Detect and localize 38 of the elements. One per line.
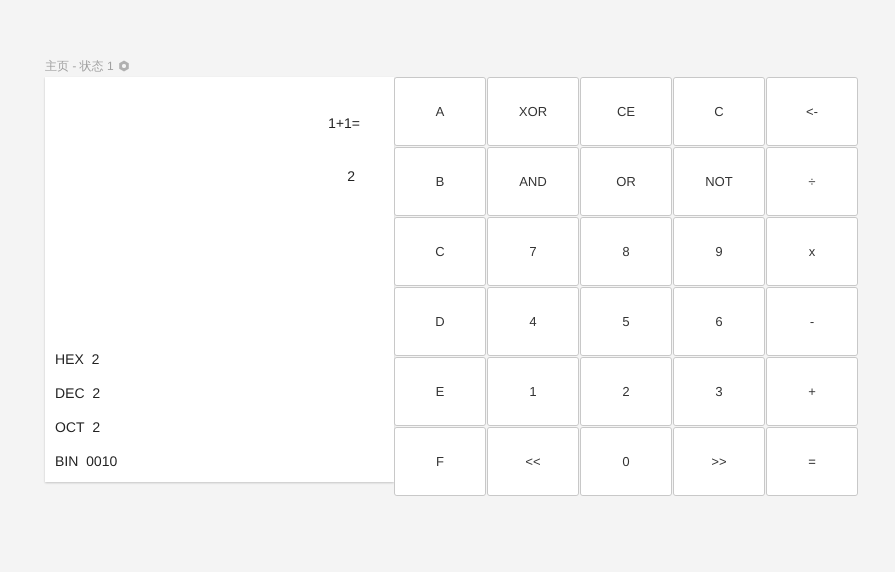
key-button[interactable]: XOR <box>487 77 579 146</box>
key-button[interactable]: << <box>487 427 579 496</box>
key-button[interactable]: 4 <box>487 287 579 356</box>
key-button[interactable]: - <box>766 287 858 356</box>
base-readout: BIN 0010 <box>55 452 118 471</box>
page-title: 主页 - 状态 1 <box>45 58 114 74</box>
base-readout: HEX 2 <box>55 350 100 369</box>
key-button[interactable]: E <box>394 357 486 426</box>
key-button[interactable]: 8 <box>580 217 672 286</box>
result-text: 2 <box>347 167 355 186</box>
key-button[interactable]: C <box>673 77 765 146</box>
key-button[interactable]: 9 <box>673 217 765 286</box>
key-button[interactable]: + <box>766 357 858 426</box>
key-button[interactable]: <- <box>766 77 858 146</box>
key-button[interactable]: 0 <box>580 427 672 496</box>
settings-icon[interactable] <box>118 60 130 72</box>
expression-text: 1+1= <box>328 114 360 133</box>
key-button[interactable]: CE <box>580 77 672 146</box>
key-button[interactable]: 6 <box>673 287 765 356</box>
key-button[interactable]: 1 <box>487 357 579 426</box>
key-button[interactable]: D <box>394 287 486 356</box>
key-button[interactable]: 3 <box>673 357 765 426</box>
key-button[interactable]: NOT <box>673 147 765 216</box>
key-button[interactable]: 5 <box>580 287 672 356</box>
key-button[interactable]: B <box>394 147 486 216</box>
key-button[interactable]: x <box>766 217 858 286</box>
key-button[interactable]: 7 <box>487 217 579 286</box>
key-button[interactable]: C <box>394 217 486 286</box>
key-button[interactable]: A <box>394 77 486 146</box>
key-button[interactable]: = <box>766 427 858 496</box>
key-button[interactable]: OR <box>580 147 672 216</box>
base-readout: OCT 2 <box>55 418 100 437</box>
key-button[interactable]: 2 <box>580 357 672 426</box>
base-readout: DEC 2 <box>55 384 100 403</box>
key-button[interactable]: AND <box>487 147 579 216</box>
key-button[interactable]: >> <box>673 427 765 496</box>
key-button[interactable]: ÷ <box>766 147 858 216</box>
key-button[interactable]: F <box>394 427 486 496</box>
